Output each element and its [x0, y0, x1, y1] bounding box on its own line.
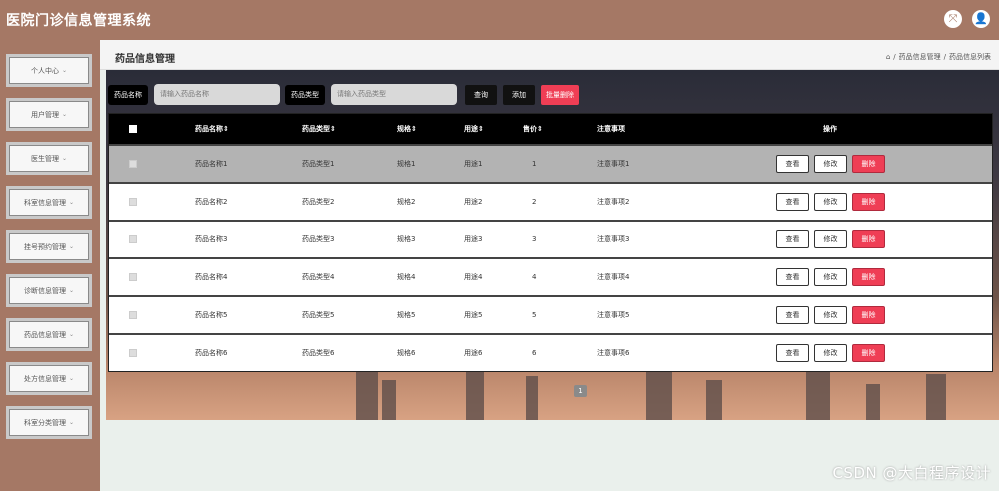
chevron-down-icon: ⌄ — [68, 375, 75, 382]
sidebar-item-users[interactable]: 用户管理 ⌄ — [6, 98, 92, 131]
expand-icon[interactable]: ⤧ — [944, 10, 962, 28]
table-row[interactable]: 药品名称1 药品类型1 规格1 用途1 1 注意事项1 查看 修改 删除 — [109, 144, 992, 182]
table-row[interactable]: 药品名称5 药品类型5 规格5 用途5 5 注意事项5 查看 修改 删除 — [109, 295, 992, 333]
watermark: CSDN @大白程序设计 — [832, 464, 991, 482]
chevron-down-icon: ⌄ — [68, 243, 75, 250]
sidebar-item-doctors[interactable]: 医生管理 ⌄ — [6, 142, 92, 175]
column-header[interactable]: 售价⇕ — [523, 124, 543, 134]
row-checkbox[interactable] — [129, 273, 137, 282]
table-header: 药品名称⇕ 药品类型⇕ 规格⇕ 用途⇕ 售价⇕ 注意事项 操作 — [109, 114, 992, 144]
view-button[interactable]: 查看 — [776, 306, 809, 325]
breadcrumb: ⌂ / 药品信息管理 / 药品信息列表 — [885, 52, 991, 62]
delete-button[interactable]: 删除 — [852, 306, 885, 325]
row-checkbox[interactable] — [129, 311, 137, 320]
table-row[interactable]: 药品名称4 药品类型4 规格4 用途4 4 注意事项4 查看 修改 删除 — [109, 257, 992, 296]
breadcrumb-item: 药品信息列表 — [949, 53, 991, 61]
sidebar-item-appointments[interactable]: 挂号预约管理 ⌄ — [6, 230, 92, 263]
column-header[interactable]: 药品名称⇕ — [195, 124, 229, 134]
column-header[interactable]: 规格⇕ — [397, 124, 417, 134]
edit-button[interactable]: 修改 — [814, 192, 847, 211]
sidebar-item-departments[interactable]: 科室信息管理 ⌄ — [6, 186, 92, 219]
sidebar: 个人中心 ⌄ 用户管理 ⌄ 医生管理 ⌄ 科室信息管理 ⌄ 挂号预约管理 ⌄ 诊断信息管理… — [0, 40, 100, 491]
table-row[interactable]: 药品名称3 药品类型3 规格3 用途3 3 注意事项3 查看 修改 删除 — [109, 219, 992, 258]
chevron-down-icon: ⌄ — [61, 155, 68, 162]
sidebar-item-diagnosis[interactable]: 诊断信息管理 ⌄ — [6, 274, 92, 307]
view-button[interactable]: 查看 — [776, 230, 809, 249]
main-content: 药品信息管理 ⌂ / 药品信息管理 / 药品信息列表 药品名称 请输入药品名称 … — [100, 40, 999, 491]
view-button[interactable]: 查看 — [776, 268, 809, 287]
table-row[interactable]: 药品名称2 药品类型2 规格2 用途2 2 注意事项2 查看 修改 删除 — [109, 181, 992, 220]
delete-button[interactable]: 删除 — [852, 268, 885, 287]
medicine-type-label: 药品类型 — [285, 84, 325, 105]
column-header: 操作 — [823, 125, 837, 133]
medicine-table: 药品名称⇕ 药品类型⇕ 规格⇕ 用途⇕ 售价⇕ 注意事项 操作 药品名称1 药品… — [108, 113, 993, 372]
column-header[interactable]: 药品类型⇕ — [302, 124, 336, 134]
chevron-down-icon: ⌄ — [61, 67, 68, 74]
sidebar-item-department-categories[interactable]: 科室分类管理 ⌄ — [6, 406, 92, 439]
row-checkbox[interactable] — [129, 348, 137, 357]
sidebar-item-medicines[interactable]: 药品信息管理 ⌄ — [6, 318, 92, 351]
medicine-name-label: 药品名称 — [108, 84, 148, 105]
sidebar-item-personal-center[interactable]: 个人中心 ⌄ — [6, 54, 92, 87]
view-button[interactable]: 查看 — [776, 192, 809, 211]
edit-button[interactable]: 修改 — [814, 230, 847, 249]
column-header[interactable]: 用途⇕ — [464, 124, 484, 134]
query-button[interactable]: 查询 — [465, 84, 497, 105]
select-all-checkbox[interactable] — [129, 125, 137, 133]
delete-button[interactable]: 删除 — [852, 192, 885, 211]
table-row[interactable]: 药品名称6 药品类型6 规格6 用途6 6 注意事项6 查看 修改 删除 — [109, 332, 992, 371]
top-bar: 医院门诊信息管理系统 ⤧ 👤 — [0, 0, 999, 40]
page-header: 药品信息管理 ⌂ / 药品信息管理 / 药品信息列表 — [100, 40, 999, 70]
chevron-down-icon: ⌄ — [68, 287, 75, 294]
chevron-down-icon: ⌄ — [68, 199, 75, 206]
chevron-down-icon: ⌄ — [68, 331, 75, 338]
add-button[interactable]: 添加 — [503, 84, 535, 105]
chevron-down-icon: ⌄ — [68, 419, 75, 426]
search-bar: 药品名称 请输入药品名称 药品类型 请输入药品类型 查询 添加 批量删除 — [108, 84, 579, 105]
edit-button[interactable]: 修改 — [814, 154, 847, 173]
page-title: 药品信息管理 — [115, 54, 175, 65]
app-title: 医院门诊信息管理系统 — [6, 13, 151, 29]
row-checkbox[interactable] — [129, 159, 137, 168]
sidebar-item-prescriptions[interactable]: 处方信息管理 ⌄ — [6, 362, 92, 395]
home-icon[interactable]: ⌂ — [886, 53, 890, 61]
edit-button[interactable]: 修改 — [814, 306, 847, 325]
view-button[interactable]: 查看 — [776, 154, 809, 173]
delete-button[interactable]: 删除 — [852, 154, 885, 173]
delete-button[interactable]: 删除 — [852, 230, 885, 249]
view-button[interactable]: 查看 — [776, 343, 809, 362]
medicine-type-input[interactable]: 请输入药品类型 — [331, 84, 457, 105]
chevron-down-icon: ⌄ — [61, 111, 68, 118]
edit-button[interactable]: 修改 — [814, 268, 847, 287]
row-checkbox[interactable] — [129, 235, 137, 244]
medicine-name-input[interactable]: 请输入药品名称 — [154, 84, 280, 105]
delete-button[interactable]: 删除 — [852, 343, 885, 362]
batch-delete-button[interactable]: 批量删除 — [541, 84, 579, 105]
user-icon[interactable]: 👤 — [972, 10, 990, 28]
breadcrumb-item[interactable]: 药品信息管理 — [899, 52, 941, 62]
edit-button[interactable]: 修改 — [814, 343, 847, 362]
row-checkbox[interactable] — [129, 197, 137, 206]
column-header: 注意事项 — [597, 125, 625, 133]
pagination-current-page[interactable]: 1 — [574, 385, 587, 397]
